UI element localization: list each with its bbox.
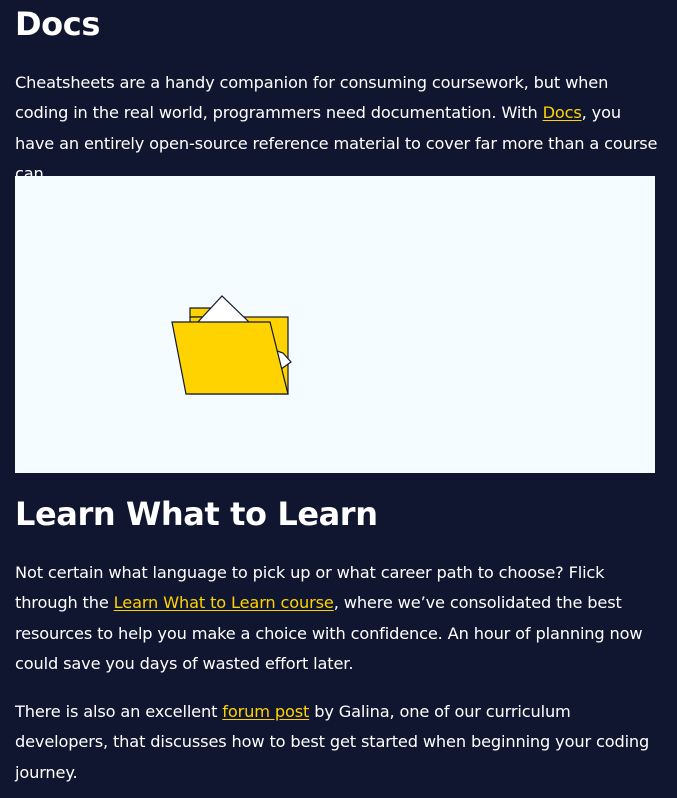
learn-paragraph: Not certain what language to pick up or … — [15, 558, 660, 679]
learn-what-to-learn-course-link[interactable]: Learn What to Learn course — [114, 593, 334, 612]
article-content: Docs Cheatsheets are a handy companion f… — [0, 0, 677, 798]
forum-paragraph: There is also an excellent forum post by… — [15, 697, 660, 788]
docs-paragraph-text-before: Cheatsheets are a handy companion for co… — [15, 73, 609, 123]
forum-post-link[interactable]: forum post — [222, 702, 309, 721]
forum-paragraph-text-before: There is also an excellent — [15, 702, 223, 721]
learn-what-to-learn-heading: Learn What to Learn — [15, 495, 378, 533]
docs-paragraph: Cheatsheets are a handy companion for co… — [15, 68, 660, 189]
docs-heading: Docs — [15, 5, 100, 43]
docs-link[interactable]: Docs — [543, 103, 582, 122]
docs-illustration — [15, 176, 655, 473]
folder-with-documents-icon — [171, 295, 292, 395]
